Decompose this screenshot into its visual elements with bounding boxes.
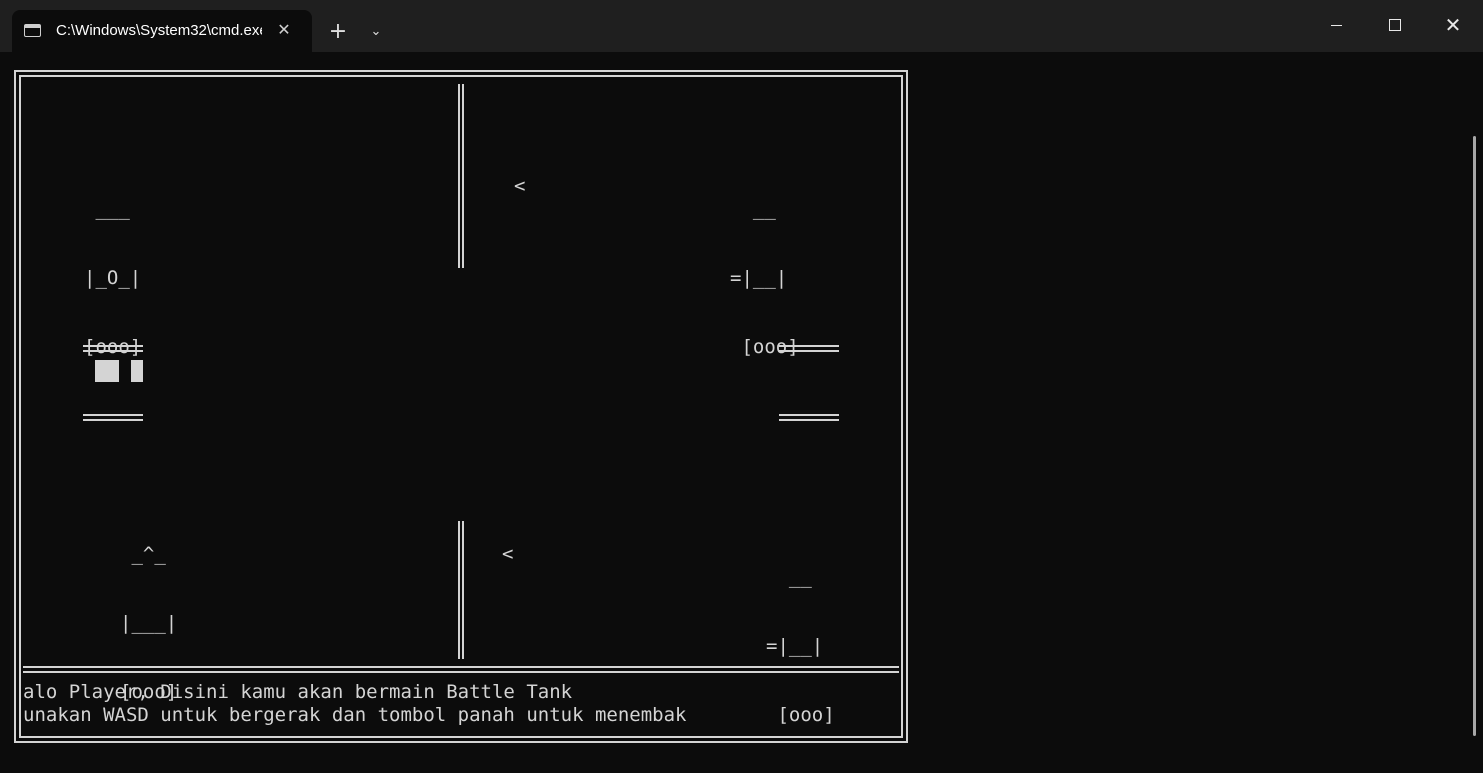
scrollbar[interactable] [1473, 136, 1476, 736]
maximize-button[interactable] [1366, 0, 1424, 50]
close-icon: ✕ [1444, 13, 1462, 37]
ally-tank-line: _^_ [120, 543, 166, 565]
enemy-tank-line: __ [730, 198, 776, 220]
minimize-button[interactable] [1308, 0, 1366, 50]
title-bar: C:\Windows\System32\cmd.exe ✕ + ⌄ ✕ [0, 0, 1483, 52]
maximize-icon [1389, 19, 1401, 31]
player-tank-line: [ooo] [84, 336, 142, 358]
chevron-down-icon[interactable]: ⌄ [362, 18, 390, 46]
enemy-tank-line: [ooo] [730, 336, 799, 358]
wall-bottom-left-line [458, 521, 460, 659]
enemy-tank-top: __ =|__| [ooo] [730, 152, 799, 405]
new-tab-button[interactable]: + [324, 18, 352, 46]
wall-top-right-line [462, 84, 464, 268]
terminal-tab[interactable]: C:\Windows\System32\cmd.exe ✕ [12, 10, 312, 52]
right-base-bottom-line-2 [779, 419, 839, 421]
enemy-tank-bottom: __ =|__| [ooo] [766, 520, 835, 773]
wall-bottom-right-line [462, 521, 464, 659]
tab-title: C:\Windows\System32\cmd.exe [56, 22, 262, 39]
bullet-top: < [514, 175, 526, 197]
bullet-bottom: < [502, 543, 514, 565]
terminal-area[interactable]: ___ |_O_| [ooo] __ =|__| [ooo] < _^_ |__… [0, 52, 1483, 762]
close-button[interactable]: ✕ [1424, 0, 1482, 50]
tab-close-icon[interactable]: ✕ [274, 20, 294, 40]
message-line-2: unakan WASD untuk bergerak dan tombol pa… [23, 704, 687, 726]
left-base-bottom-line-1 [83, 414, 143, 416]
left-base-bottom-line-2 [83, 419, 143, 421]
player-tank-line: ___ [84, 198, 130, 220]
wall-top-left-line [458, 84, 460, 268]
enemy-tank-line: =|__| [730, 267, 788, 289]
player-tank-line: |_O_| [84, 267, 142, 289]
player-tank: ___ |_O_| [ooo] [84, 152, 141, 405]
right-base-bottom-line-1 [779, 414, 839, 416]
minimize-icon [1331, 25, 1342, 26]
message-line-1: alo Player, Disini kamu akan bermain Bat… [23, 681, 573, 703]
ally-tank-line: |___| [120, 612, 178, 634]
enemy-tank-line: =|__| [766, 635, 824, 657]
enemy-tank-line: [ooo] [766, 704, 835, 726]
terminal-icon [24, 24, 41, 37]
enemy-tank-line: __ [766, 566, 812, 588]
